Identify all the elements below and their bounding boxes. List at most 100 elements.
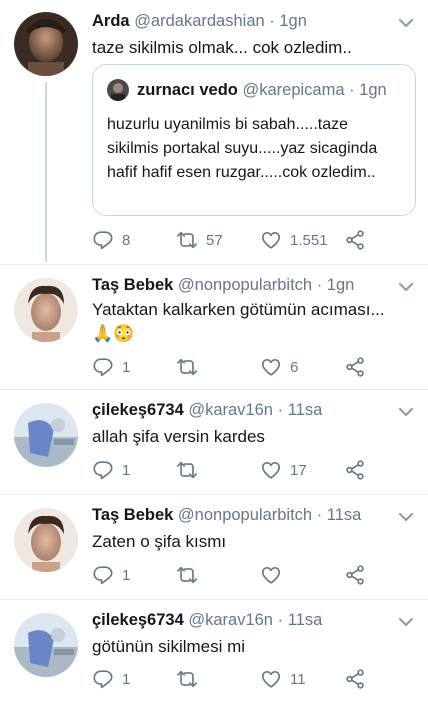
retweet-icon [176, 356, 198, 378]
reply-icon [92, 564, 114, 586]
retweet-icon [176, 459, 198, 481]
tweet-header: Arda @ardakardashian · 1gn [92, 12, 392, 31]
chevron-down-icon[interactable] [398, 617, 414, 627]
chevron-down-icon[interactable] [398, 282, 414, 292]
tweet-actions: 1 11 [92, 668, 412, 690]
separator-dot: · [269, 12, 275, 30]
reply-button[interactable]: 8 [92, 229, 130, 251]
retweet-button[interactable]: 57 [176, 229, 223, 251]
reply-button[interactable]: 1 [92, 564, 130, 586]
share-icon [344, 229, 366, 251]
user-handle[interactable]: @ardakardashian [134, 12, 265, 30]
tweet-actions: 1 [92, 564, 412, 586]
timestamp[interactable]: 1gn [327, 276, 355, 294]
reply-button[interactable]: 1 [92, 668, 130, 690]
tweet-header: Taş Bebek @nonpopularbitch · 11sa [92, 506, 392, 525]
tweet-header: Taş Bebek @nonpopularbitch · 1gn [92, 276, 392, 295]
chevron-down-icon[interactable] [398, 512, 414, 522]
avatar[interactable] [14, 508, 78, 572]
reply-count: 1 [122, 566, 131, 584]
reply-button[interactable]: 1 [92, 459, 130, 481]
retweet-count: 57 [206, 231, 223, 249]
like-icon [260, 356, 282, 378]
display-name[interactable]: Taş Bebek [92, 506, 173, 524]
quoted-tweet-header: zurnacı vedo @karepicama · 1gn [107, 79, 387, 101]
like-button[interactable] [260, 564, 290, 586]
separator-dot: · [277, 401, 284, 419]
like-icon [260, 459, 282, 481]
avatar[interactable] [14, 12, 78, 76]
separator-dot: · [316, 506, 323, 524]
share-button[interactable] [344, 459, 366, 481]
separator-dot: · [349, 80, 355, 99]
tweet-actions: 1 6 [92, 356, 412, 378]
retweet-button[interactable] [176, 459, 206, 481]
retweet-button[interactable] [176, 356, 206, 378]
divider [0, 599, 428, 600]
divider [0, 264, 428, 265]
share-button[interactable] [344, 356, 366, 378]
retweet-button[interactable] [176, 564, 206, 586]
timestamp[interactable]: 11sa [288, 611, 323, 629]
user-handle[interactable]: @karav16n [188, 611, 273, 629]
user-handle[interactable]: @nonpopularbitch [178, 276, 312, 294]
quoted-avatar [107, 79, 129, 101]
reply-icon [92, 356, 114, 378]
like-button[interactable]: 17 [260, 459, 307, 481]
tweet-text: Zaten o şifa kısmı [92, 532, 227, 551]
tweet-emoji: 🙏😳 [92, 324, 135, 343]
quoted-user-handle: @karepicama [242, 80, 345, 99]
like-button[interactable]: 1.551 [260, 229, 328, 251]
reply-count: 8 [122, 231, 131, 249]
retweet-icon [176, 229, 198, 251]
separator-dot: · [277, 611, 284, 629]
share-icon [344, 356, 366, 378]
like-button[interactable]: 11 [260, 668, 306, 690]
thread-connector-line [45, 82, 47, 262]
chevron-down-icon[interactable] [398, 407, 414, 417]
user-handle[interactable]: @nonpopularbitch [178, 506, 312, 524]
avatar[interactable] [14, 613, 78, 677]
like-icon [260, 229, 282, 251]
quoted-timestamp: 1gn [359, 80, 387, 99]
like-icon [260, 564, 282, 586]
timestamp[interactable]: 11sa [327, 506, 362, 524]
reply-count: 1 [122, 358, 131, 376]
tweet-text: götünün sikilmesi mi [92, 637, 246, 656]
user-handle[interactable]: @karav16n [188, 401, 273, 419]
like-count: 17 [290, 461, 307, 479]
share-icon [344, 459, 366, 481]
reply-icon [92, 459, 114, 481]
reply-icon [92, 668, 114, 690]
share-button[interactable] [344, 668, 366, 690]
share-button[interactable] [344, 564, 366, 586]
divider [0, 389, 428, 390]
reply-count: 1 [122, 461, 131, 479]
quoted-tweet[interactable]: zurnacı vedo @karepicama · 1gn huzurlu u… [92, 64, 416, 216]
timestamp[interactable]: 1gn [279, 12, 307, 30]
separator-dot: · [316, 276, 323, 294]
reply-count: 1 [122, 670, 131, 688]
display-name[interactable]: çilekeş6734 [92, 611, 184, 629]
like-count: 1.551 [290, 231, 328, 249]
like-count: 11 [290, 670, 306, 688]
reply-button[interactable]: 1 [92, 356, 130, 378]
tweet-header: çilekeş6734 @karav16n · 11sa [92, 611, 392, 630]
display-name[interactable]: Arda [92, 12, 130, 30]
timestamp[interactable]: 11sa [288, 401, 323, 419]
tweet-text: Yataktan kalkarken götümün acıması... [92, 300, 385, 319]
retweet-button[interactable] [176, 668, 206, 690]
display-name[interactable]: Taş Bebek [92, 276, 173, 294]
chevron-down-icon[interactable] [398, 18, 414, 28]
tweet-actions: 8 57 1.551 [92, 229, 412, 251]
like-button[interactable]: 6 [260, 356, 298, 378]
reply-icon [92, 229, 114, 251]
like-count: 6 [290, 358, 299, 376]
display-name[interactable]: çilekeş6734 [92, 401, 184, 419]
share-icon [344, 564, 366, 586]
share-button[interactable] [344, 229, 366, 251]
avatar[interactable] [14, 403, 78, 467]
retweet-icon [176, 668, 198, 690]
tweet-text: taze sikilmis olmak... cok ozledim.. [92, 38, 352, 57]
avatar[interactable] [14, 278, 78, 342]
